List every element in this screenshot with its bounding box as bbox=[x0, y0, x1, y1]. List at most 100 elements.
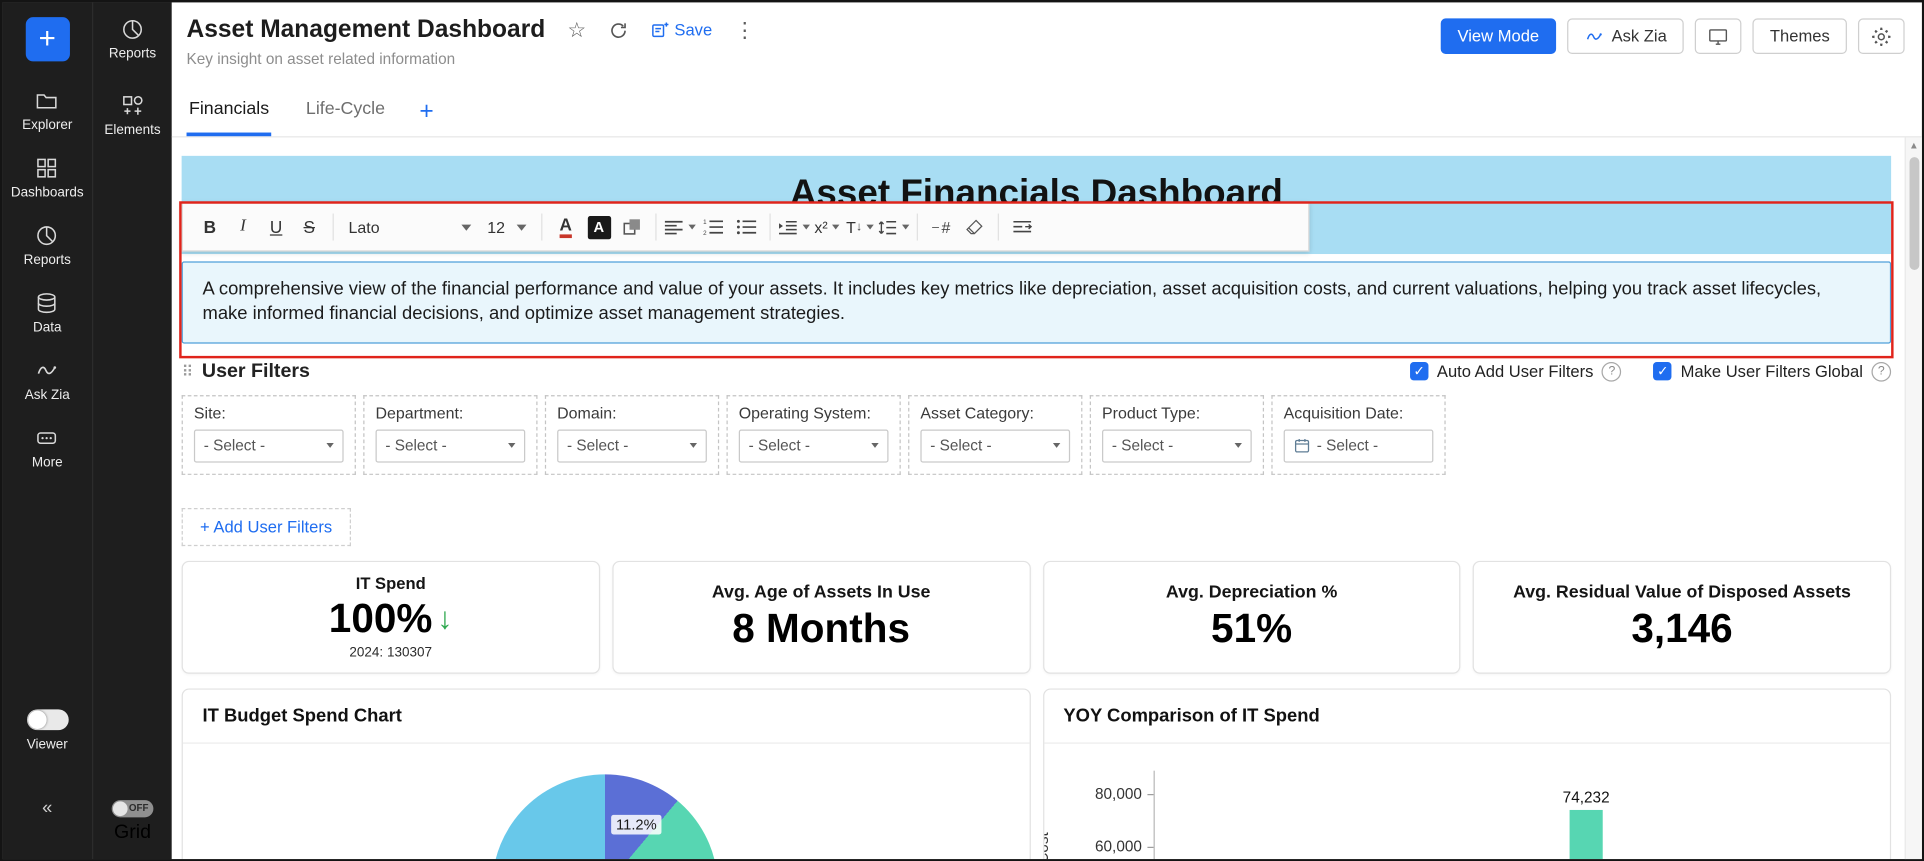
text-color-button[interactable]: A bbox=[550, 211, 582, 243]
text-direction-select[interactable]: T↓ bbox=[844, 211, 876, 243]
fill-color-button[interactable] bbox=[616, 211, 648, 243]
scrollbar-thumb[interactable] bbox=[1909, 157, 1919, 270]
chevron-down-icon bbox=[867, 225, 874, 230]
department-select[interactable]: - Select - bbox=[376, 429, 526, 462]
numbered-list-button[interactable]: 12 bbox=[697, 211, 729, 243]
filter-asset-category: Asset Category: - Select - bbox=[908, 395, 1082, 475]
make-user-filters-global-option: ✓ Make User Filters Global ? bbox=[1654, 361, 1892, 381]
chart-title: YOY Comparison of IT Spend bbox=[1044, 689, 1890, 743]
filter-acquisition-date: Acquisition Date: - Select - bbox=[1271, 395, 1445, 475]
sidebar-item-label: More bbox=[32, 455, 63, 470]
grid-label: Grid bbox=[114, 822, 151, 844]
presentation-mode-button[interactable] bbox=[1695, 18, 1742, 54]
sidebar-item-label: Dashboards bbox=[11, 185, 84, 200]
strikethrough-button[interactable]: S bbox=[293, 211, 325, 243]
hash-format-button[interactable]: ‒# bbox=[925, 211, 957, 243]
pie-chart: 11.2% bbox=[183, 743, 1029, 859]
chevron-down-icon bbox=[803, 225, 810, 230]
zia-icon bbox=[1585, 26, 1605, 46]
y-axis-label: Cost bbox=[1043, 832, 1051, 859]
collapse-sidebar-icon[interactable]: « bbox=[2, 798, 92, 819]
richtext-toolbar: B I U S Lato 12 A A bbox=[182, 202, 1310, 251]
settings-button[interactable] bbox=[1858, 18, 1905, 54]
chevron-down-icon bbox=[871, 443, 878, 448]
drag-handle-icon[interactable]: ⠿ bbox=[182, 361, 192, 381]
save-button[interactable]: Save bbox=[650, 20, 712, 40]
ask-zia-button[interactable]: Ask Zia bbox=[1567, 18, 1684, 54]
checkbox-checked-icon[interactable]: ✓ bbox=[1410, 362, 1428, 380]
scroll-up-arrow-icon[interactable]: ▲ bbox=[1906, 137, 1922, 154]
refresh-icon[interactable] bbox=[608, 20, 628, 40]
chevron-down-icon bbox=[508, 443, 515, 448]
sidebar-item-dashboards[interactable]: Dashboards bbox=[11, 156, 84, 200]
fill-icon bbox=[622, 217, 643, 238]
checkbox-checked-icon[interactable]: ✓ bbox=[1654, 362, 1672, 380]
sidebar-item-label: Ask Zia bbox=[25, 388, 70, 403]
viewer-toggle[interactable] bbox=[26, 709, 68, 730]
filter-department: Department: - Select - bbox=[363, 395, 537, 475]
operating-system-select[interactable]: - Select - bbox=[739, 429, 889, 462]
highlight-color-button[interactable]: A bbox=[583, 211, 615, 243]
vertical-scrollbar[interactable]: ▲ bbox=[1905, 137, 1922, 859]
panel-item-elements[interactable]: Elements bbox=[104, 93, 160, 137]
indent-select[interactable] bbox=[778, 211, 810, 243]
chevron-down-icon bbox=[461, 224, 471, 230]
align-select[interactable] bbox=[664, 211, 696, 243]
filter-site: Site: - Select - bbox=[182, 395, 356, 475]
description-editor[interactable]: A comprehensive view of the financial pe… bbox=[182, 261, 1891, 343]
sidebar-item-data[interactable]: Data bbox=[33, 291, 62, 335]
view-mode-button[interactable]: View Mode bbox=[1440, 18, 1556, 54]
indent-icon bbox=[778, 219, 798, 235]
sidebar-item-ask-zia[interactable]: Ask Zia bbox=[25, 358, 70, 402]
asset-category-select[interactable]: - Select - bbox=[920, 429, 1070, 462]
panel-item-label: Reports bbox=[109, 47, 156, 62]
themes-button[interactable]: Themes bbox=[1753, 18, 1847, 54]
wrap-text-icon bbox=[1012, 219, 1032, 235]
bullet-list-button[interactable] bbox=[730, 211, 762, 243]
sidebar-item-more[interactable]: More bbox=[32, 426, 63, 470]
italic-button[interactable]: I bbox=[227, 211, 259, 243]
help-icon[interactable]: ? bbox=[1602, 361, 1622, 381]
bar-value-label: 74,232 bbox=[1541, 788, 1632, 805]
eraser-icon bbox=[965, 218, 985, 235]
filter-product-type: Product Type: - Select - bbox=[1090, 395, 1264, 475]
font-family-select[interactable]: Lato bbox=[341, 211, 478, 243]
product-type-select[interactable]: - Select - bbox=[1102, 429, 1252, 462]
acquisition-date-select[interactable]: - Select - bbox=[1284, 429, 1434, 462]
filter-domain: Domain: - Select - bbox=[545, 395, 719, 475]
script-select[interactable]: x² bbox=[811, 211, 843, 243]
sidebar-item-reports[interactable]: Reports bbox=[24, 223, 71, 267]
grid-toggle-state: OFF bbox=[129, 803, 149, 814]
favorite-star-icon[interactable]: ☆ bbox=[567, 18, 586, 43]
clear-format-button[interactable] bbox=[958, 211, 990, 243]
line-spacing-select[interactable] bbox=[877, 211, 909, 243]
user-filters-title: User Filters bbox=[202, 360, 310, 382]
kpi-avg-age: Avg. Age of Assets In Use 8 Months bbox=[612, 560, 1030, 673]
panel-item-reports[interactable]: Reports bbox=[109, 17, 156, 61]
app-window: + Explorer Dashboards Reports Data Ask Z… bbox=[0, 0, 1924, 861]
bar-segment bbox=[1569, 809, 1602, 859]
underline-button[interactable]: U bbox=[260, 211, 292, 243]
tab-financials[interactable]: Financials bbox=[187, 99, 272, 136]
grid-toggle[interactable]: OFF bbox=[112, 800, 154, 817]
bold-button[interactable]: B bbox=[194, 211, 226, 243]
add-user-filters-button[interactable]: + Add User Filters bbox=[182, 507, 351, 545]
font-size-select[interactable]: 12 bbox=[480, 211, 534, 243]
viewer-label: Viewer bbox=[27, 738, 68, 753]
add-tab-button[interactable]: + bbox=[419, 98, 433, 136]
help-icon[interactable]: ? bbox=[1871, 361, 1891, 381]
tab-life-cycle[interactable]: Life-Cycle bbox=[303, 99, 387, 136]
folder-icon bbox=[35, 88, 60, 113]
site-select[interactable]: - Select - bbox=[194, 429, 344, 462]
more-options-kebab-icon[interactable]: ⋮ bbox=[734, 18, 755, 43]
chevron-down-icon bbox=[1053, 443, 1060, 448]
domain-select[interactable]: - Select - bbox=[557, 429, 707, 462]
svg-text:2: 2 bbox=[703, 230, 707, 236]
elements-icon bbox=[120, 93, 145, 118]
wrap-text-button[interactable] bbox=[1006, 211, 1038, 243]
user-filters-section: ⠿ User Filters ✓ Auto Add User Filters ?… bbox=[182, 360, 1891, 545]
pie-slice-label: 11.2% bbox=[611, 814, 661, 834]
sidebar-item-explorer[interactable]: Explorer bbox=[22, 88, 72, 132]
charts-row: IT Budget Spend Chart 11.2% YOY Comparis… bbox=[182, 688, 1891, 859]
create-new-button[interactable]: + bbox=[25, 17, 69, 61]
